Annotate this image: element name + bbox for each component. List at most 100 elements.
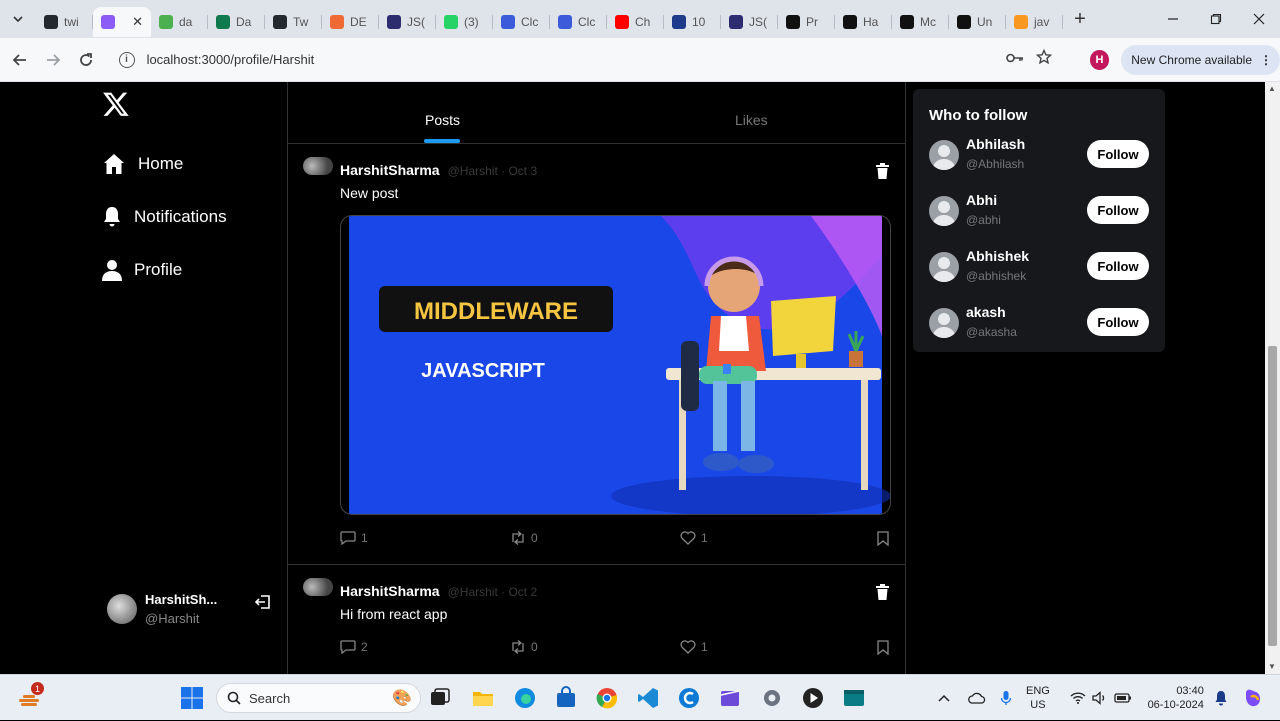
- restore-button[interactable]: [1194, 0, 1237, 38]
- task-view-icon[interactable]: [428, 686, 452, 710]
- browser-tab[interactable]: JS(: [721, 7, 778, 37]
- post-avatar[interactable]: [303, 578, 333, 596]
- back-button[interactable]: [3, 43, 36, 77]
- tab-favicon-icon: [672, 15, 686, 29]
- close-window-button[interactable]: [1237, 0, 1280, 38]
- copilot-app-icon[interactable]: [677, 686, 701, 710]
- follow-button[interactable]: Follow: [1087, 252, 1149, 280]
- page-scrollbar[interactable]: ▲ ▼: [1265, 82, 1280, 674]
- terminal-app-icon[interactable]: [842, 686, 866, 710]
- like-button[interactable]: 1: [680, 640, 708, 654]
- browser-tab[interactable]: Clc: [550, 7, 607, 37]
- vscode-icon[interactable]: [636, 686, 660, 710]
- clipchamp-icon[interactable]: [718, 686, 742, 710]
- browser-tab[interactable]: Tw: [265, 7, 322, 37]
- browser-tab[interactable]: Ch: [607, 7, 664, 37]
- post-author-name[interactable]: HarshitSharma: [340, 162, 440, 178]
- tab-title: jav: [1034, 15, 1050, 29]
- browser-tab[interactable]: Pr: [778, 7, 835, 37]
- settings-gear-icon[interactable]: [760, 686, 784, 710]
- nav-profile[interactable]: Profile: [102, 259, 182, 281]
- browser-tab[interactable]: (3): [436, 7, 493, 37]
- follow-suggestion[interactable]: Abhilash @Abhilash Follow: [929, 136, 1159, 176]
- microsoft-store-icon[interactable]: [554, 686, 578, 710]
- tab-search-button[interactable]: [0, 0, 36, 38]
- logout-icon[interactable]: [255, 594, 271, 610]
- copilot-icon[interactable]: [1242, 687, 1264, 709]
- follow-suggestion[interactable]: Abhi @abhi Follow: [929, 192, 1159, 232]
- browser-tab[interactable]: twi: [36, 7, 93, 37]
- browser-tab[interactable]: DE: [322, 7, 379, 37]
- post[interactable]: HarshitSharma @Harshit · Oct 3 New post …: [288, 145, 905, 565]
- input-language[interactable]: ENG US: [1026, 684, 1050, 712]
- kebab-menu-icon[interactable]: ⋮: [1260, 53, 1272, 67]
- browser-tab[interactable]: da: [151, 7, 208, 37]
- browser-tab[interactable]: Clc: [493, 7, 550, 37]
- post-meta: @Harshit · Oct 2: [447, 585, 538, 599]
- microphone-icon[interactable]: [1000, 690, 1012, 706]
- scrollbar-thumb[interactable]: [1268, 346, 1277, 646]
- browser-tab[interactable]: Ha: [835, 7, 892, 37]
- follow-button[interactable]: Follow: [1087, 140, 1149, 168]
- follow-suggestion[interactable]: akash @akasha Follow: [929, 304, 1159, 344]
- url-text[interactable]: localhost:3000/profile/Harshit: [147, 52, 315, 67]
- chevron-up-icon[interactable]: [938, 693, 950, 703]
- follow-button[interactable]: Follow: [1087, 196, 1149, 224]
- x-logo-icon[interactable]: [102, 90, 130, 118]
- account-switcher[interactable]: HarshitSh... @Harshit: [107, 592, 217, 626]
- address-bar[interactable]: i localhost:3000/profile/Harshit: [108, 42, 1056, 77]
- scroll-down-arrow-icon[interactable]: ▼: [1268, 662, 1276, 671]
- browser-tab[interactable]: jav: [1006, 7, 1063, 37]
- windows-start-icon[interactable]: [180, 686, 204, 710]
- repost-button[interactable]: 0: [510, 640, 538, 654]
- comment-button[interactable]: 2: [340, 640, 368, 654]
- bookmark-button[interactable]: [877, 640, 894, 655]
- minimize-button[interactable]: [1151, 0, 1194, 38]
- post[interactable]: HarshitSharma @Harshit · Oct 2 Hi from r…: [288, 566, 905, 674]
- file-explorer-icon[interactable]: [471, 686, 495, 710]
- browser-tab[interactable]: Un: [949, 7, 1006, 37]
- post-avatar[interactable]: [303, 157, 333, 175]
- chrome-update-button[interactable]: New Chrome available ⋮: [1121, 44, 1280, 75]
- onedrive-cloud-icon[interactable]: [968, 692, 986, 704]
- browser-tab[interactable]: Mc: [892, 7, 949, 37]
- post-image[interactable]: MIDDLEWARE JAVASCRIPT: [340, 215, 891, 515]
- browser-tab[interactable]: 10: [664, 7, 721, 37]
- bookmark-star-icon[interactable]: [1035, 48, 1052, 70]
- scroll-up-arrow-icon[interactable]: ▲: [1268, 84, 1276, 93]
- media-player-icon[interactable]: [801, 686, 825, 710]
- comment-button[interactable]: 1: [340, 531, 368, 545]
- post-author-name[interactable]: HarshitSharma: [340, 583, 440, 599]
- browser-tab[interactable]: ✕: [93, 7, 151, 37]
- system-clock[interactable]: 03:40 06-10-2024: [1146, 684, 1204, 712]
- like-button[interactable]: 1: [680, 531, 708, 545]
- tab-likes[interactable]: Likes: [735, 112, 768, 128]
- taskbar-search[interactable]: Search 🎨: [216, 683, 421, 713]
- browser-tab[interactable]: JS(: [379, 7, 436, 37]
- notification-bell-icon[interactable]: [1214, 690, 1228, 706]
- follow-button[interactable]: Follow: [1087, 308, 1149, 336]
- wifi-icon[interactable]: [1070, 692, 1086, 704]
- site-info-icon[interactable]: i: [118, 51, 135, 68]
- trash-icon[interactable]: [876, 163, 889, 179]
- repost-button[interactable]: 0: [510, 531, 538, 545]
- bookmark-button[interactable]: [877, 531, 894, 546]
- chrome-browser-icon[interactable]: [595, 686, 619, 710]
- follow-suggestion[interactable]: Abhishek @abhishek Follow: [929, 248, 1159, 288]
- nav-notifications-label: Notifications: [134, 207, 227, 226]
- nav-notifications[interactable]: Notifications: [102, 206, 227, 228]
- edge-browser-icon[interactable]: [513, 686, 537, 710]
- forward-button[interactable]: [36, 43, 69, 77]
- nav-home[interactable]: Home: [102, 152, 183, 176]
- reload-button[interactable]: [69, 43, 102, 77]
- password-key-icon[interactable]: [1005, 51, 1024, 69]
- chrome-profile-avatar[interactable]: H: [1089, 49, 1110, 70]
- speaker-icon[interactable]: [1092, 691, 1108, 705]
- new-tab-button[interactable]: +: [1067, 8, 1093, 31]
- browser-tab[interactable]: Da: [208, 7, 265, 37]
- tab-title: Clc: [521, 15, 539, 29]
- tab-posts[interactable]: Posts: [425, 112, 460, 128]
- tab-close-icon[interactable]: ✕: [132, 14, 143, 30]
- trash-icon[interactable]: [876, 584, 889, 600]
- battery-icon[interactable]: [1114, 692, 1132, 704]
